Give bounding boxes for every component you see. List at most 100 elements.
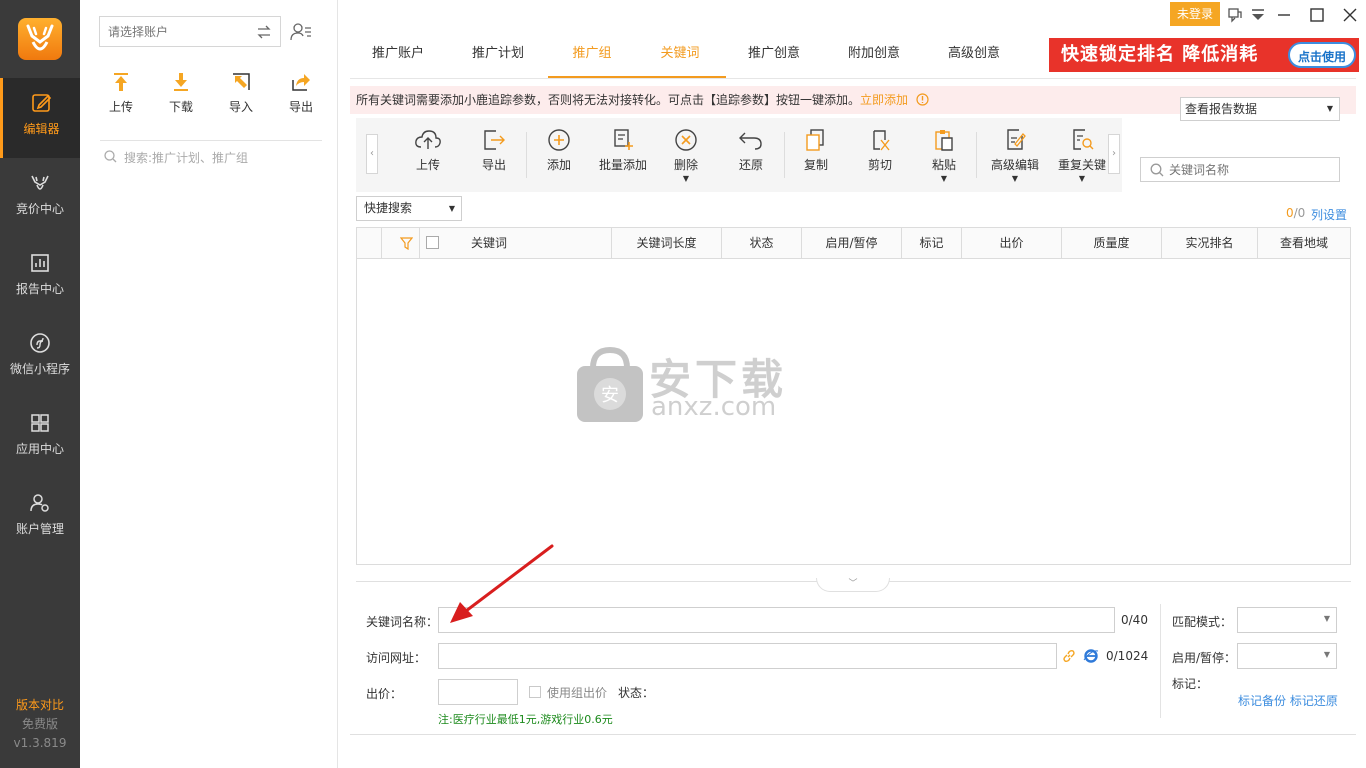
col-quality[interactable]: 质量度 <box>1062 228 1162 259</box>
keyword-grid: 关键词 关键词长度 状态 启用/暂停 标记 出价 质量度 实况排名 查看地域 安… <box>356 227 1351 565</box>
nav-item-account[interactable]: 账户管理 <box>0 478 80 558</box>
quick-search-select[interactable]: 快捷搜索 ▼ <box>356 196 462 221</box>
filter-header[interactable] <box>382 228 439 259</box>
tab-plan[interactable]: 推广计划 <box>462 44 534 78</box>
version-compare-link[interactable]: 版本对比 <box>0 696 80 715</box>
keyword-name-count: 0/40 <box>1121 613 1148 627</box>
feedback-icon[interactable] <box>1226 6 1244 24</box>
nav-item-bidding[interactable]: 竞价中心 <box>0 158 80 238</box>
keyword-search-box[interactable] <box>1140 157 1340 182</box>
close-icon[interactable] <box>1341 6 1359 24</box>
col-status[interactable]: 状态 <box>722 228 802 259</box>
notice-text: 所有关键词需要添加小鹿追踪参数，否则将无法对接转化。可点击【追踪参数】按钮一键添… <box>356 93 861 107</box>
filter-icon[interactable] <box>400 237 413 250</box>
total-count: /0 <box>1293 206 1306 220</box>
tool-add[interactable]: 添加 <box>529 128 589 173</box>
tool-copy[interactable]: 复制 <box>786 128 846 173</box>
ie-browser-icon[interactable] <box>1083 648 1099 664</box>
account-selector[interactable] <box>99 16 281 47</box>
tool-cut[interactable]: 剪切 <box>850 128 910 173</box>
column-settings-link[interactable]: 列设置 <box>1311 206 1347 223</box>
batch-add-icon <box>614 129 633 150</box>
switch-arrows-icon[interactable] <box>257 25 271 39</box>
bottom-divider <box>350 734 1356 735</box>
tool-restore[interactable]: 还原 <box>721 128 781 173</box>
edition-label: 免费版 <box>21 717 58 731</box>
tool-upload[interactable]: 上传 <box>398 128 458 173</box>
url-field[interactable] <box>438 643 1057 669</box>
collapse-toggle[interactable]: ﹀ <box>816 578 890 592</box>
account-input[interactable] <box>100 17 250 46</box>
col-live-rank[interactable]: 实况排名 <box>1162 228 1258 259</box>
mark-restore-link[interactable]: 标记还原 <box>1290 694 1338 708</box>
tool-delete[interactable]: 删除 ▼ <box>656 128 716 183</box>
deer-logo-icon <box>26 24 54 51</box>
minimize-icon[interactable] <box>1275 6 1293 24</box>
use-group-bid-checkbox[interactable] <box>529 686 541 698</box>
tool-duplicate-keywords[interactable]: 重复关键 ▼ <box>1056 128 1108 183</box>
toolbar-scroll-left[interactable]: ‹ <box>366 134 378 174</box>
col-view-region[interactable]: 查看地域 <box>1258 228 1350 259</box>
export-button[interactable]: 导出 <box>281 72 321 115</box>
tool-label: 导出 <box>481 158 506 172</box>
keyword-search-input[interactable] <box>1169 158 1335 181</box>
tab-advanced-creative[interactable]: 高级创意 <box>938 44 1010 78</box>
tab-group[interactable]: 推广组 <box>556 44 628 78</box>
col-mark[interactable]: 标记 <box>902 228 962 259</box>
maximize-icon[interactable] <box>1308 6 1326 24</box>
nav-item-miniprogram[interactable]: 微信小程序 <box>0 318 80 398</box>
tab-creative[interactable]: 推广创意 <box>738 44 810 78</box>
download-button[interactable]: 下载 <box>161 72 201 115</box>
match-mode-select[interactable]: ▼ <box>1237 607 1337 633</box>
select-all-checkbox[interactable] <box>426 236 439 249</box>
bid-field[interactable] <box>438 679 518 705</box>
login-button[interactable]: 未登录 <box>1170 2 1220 26</box>
upload-label: 上传 <box>108 100 133 114</box>
caret-down-icon: ▼ <box>940 174 948 183</box>
chevron-down-icon: ▼ <box>1323 614 1330 623</box>
col-bid[interactable]: 出价 <box>962 228 1062 259</box>
tab-extra-creative[interactable]: 附加创意 <box>838 44 910 78</box>
chevron-down-icon: ▼ <box>1323 650 1330 659</box>
tool-batch-add[interactable]: 批量添加 <box>592 128 654 173</box>
toolbar-divider <box>526 132 527 178</box>
col-enable-pause[interactable]: 启用/暂停 <box>802 228 902 259</box>
col-keyword-length[interactable]: 关键词长度 <box>612 228 722 259</box>
account-list-icon[interactable] <box>290 22 312 42</box>
selected-count: 0 <box>1286 206 1294 220</box>
link-icon[interactable] <box>1062 649 1076 663</box>
nav-item-report[interactable]: 报告中心 <box>0 238 80 318</box>
report-icon <box>31 254 49 272</box>
tool-advanced-edit[interactable]: 高级编辑 ▼ <box>982 128 1048 183</box>
add-now-link[interactable]: 立即添加 <box>860 93 908 107</box>
mark-backup-link[interactable]: 标记备份 <box>1238 694 1286 708</box>
shopping-bag-icon: 安 <box>577 346 643 422</box>
caret-down-icon: ▼ <box>1078 174 1086 183</box>
tool-export[interactable]: 导出 <box>464 128 524 173</box>
import-button[interactable]: 导入 <box>221 72 261 115</box>
nav-item-apps[interactable]: 应用中心 <box>0 398 80 478</box>
form-vertical-divider <box>1160 604 1161 718</box>
report-data-select[interactable]: 查看报告数据 ▼ <box>1180 97 1340 121</box>
keyword-toolbar: ‹ 上传 导出 添加 批量添加 删除 ▼ 还原 复制 剪切 粘贴 ▼ 高级编辑 … <box>356 118 1122 192</box>
tree-search-input[interactable]: 搜索:推广计划、推广组 <box>104 148 314 168</box>
enable-pause-select[interactable]: ▼ <box>1237 643 1337 669</box>
tab-keyword[interactable]: 关键词 <box>644 44 716 78</box>
tabs-divider <box>350 78 1356 79</box>
promo-use-button[interactable]: 点击使用 <box>1288 42 1356 68</box>
version-info: 版本对比 免费版 v1.3.819 <box>0 696 80 753</box>
url-label: 访问网址： <box>366 651 427 665</box>
toolbar-divider <box>976 132 977 178</box>
report-select-value: 查看报告数据 <box>1185 102 1258 116</box>
export-icon <box>484 130 505 150</box>
tool-paste[interactable]: 粘贴 ▼ <box>914 128 974 183</box>
menu-dropdown-icon[interactable] <box>1249 6 1267 24</box>
nav-item-editor[interactable]: 编辑器 <box>0 78 80 158</box>
upload-button[interactable]: 上传 <box>101 72 141 115</box>
col-keyword[interactable]: 关键词 <box>453 228 612 259</box>
toolbar-scroll-right[interactable]: › <box>1108 134 1120 174</box>
caret-down-icon: ▼ <box>1011 174 1019 183</box>
status-label: 状态： <box>618 686 655 700</box>
tab-account[interactable]: 推广账户 <box>362 44 434 78</box>
delete-circle-icon <box>675 129 697 151</box>
